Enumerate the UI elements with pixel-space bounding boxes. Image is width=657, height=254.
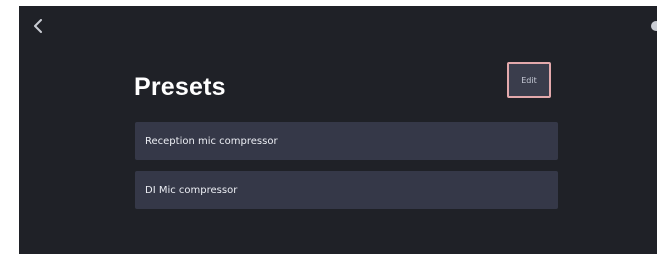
page-title: Presets (134, 73, 226, 101)
presets-screen: Presets Edit Reception mic compressor DI… (19, 6, 657, 254)
preset-list: Reception mic compressor DI Mic compress… (135, 122, 558, 220)
chevron-left-icon (34, 19, 42, 33)
preset-label: Reception mic compressor (145, 135, 278, 147)
edit-button[interactable]: Edit (507, 62, 551, 98)
preset-item-di-mic-compressor[interactable]: DI Mic compressor (135, 171, 558, 209)
preset-item-reception-mic-compressor[interactable]: Reception mic compressor (135, 122, 558, 160)
preset-label: DI Mic compressor (145, 184, 238, 196)
back-button[interactable] (30, 18, 46, 34)
circle-icon[interactable] (651, 21, 657, 31)
